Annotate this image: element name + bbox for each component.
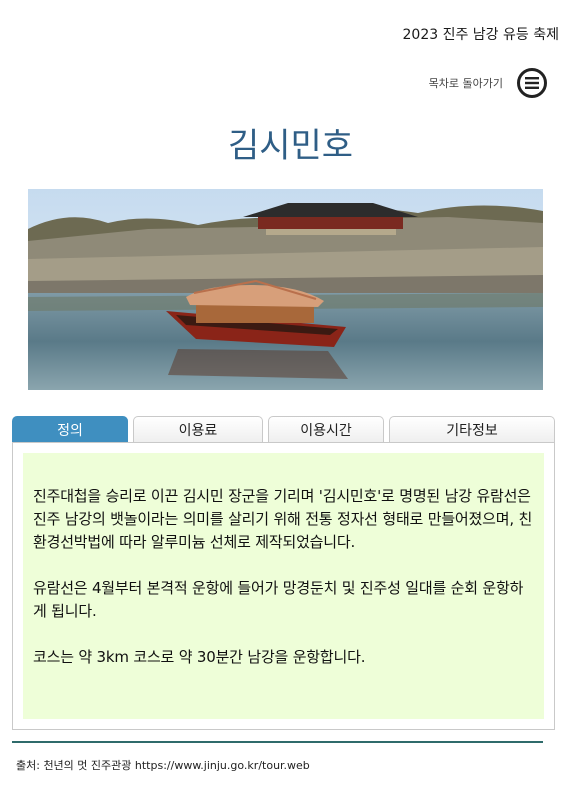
toc-label[interactable]: 목차로 돌아가기 — [429, 75, 503, 91]
content-paragraph: 진주대첩을 승리로 이끈 김시민 장군을 기리며 '김시민호'로 명명된 남강 … — [33, 487, 533, 551]
content-box: 진주대첩을 승리로 이끈 김시민 장군을 기리며 '김시민호'로 명명된 남강 … — [23, 453, 544, 719]
tab-panel: 진주대첩을 승리로 이끈 김시민 장군을 기리며 '김시민호'로 명명된 남강 … — [12, 442, 555, 730]
content-paragraph: 코스는 약 3km 코스로 약 30분간 남강을 운항합니다. — [33, 648, 366, 666]
content-paragraph: 유람선은 4월부터 본격적 운항에 들어가 망경둔치 및 진주성 일대를 순회 … — [33, 579, 524, 620]
tab-fee[interactable]: 이용료 — [133, 416, 263, 442]
page-title: 김시민호 — [227, 126, 354, 166]
tab-definition[interactable]: 정의 — [12, 416, 128, 442]
event-title: 2023 진주 남강 유등 축제 — [402, 27, 559, 43]
footer-divider — [12, 741, 543, 743]
source-credit: 출처: 천년의 멋 진주관광 https://www.jinju.go.kr/t… — [16, 759, 310, 772]
toc-link[interactable]: 목차로 돌아가기 — [429, 68, 547, 98]
tab-hours[interactable]: 이용시간 — [268, 416, 384, 442]
menu-circle-icon[interactable] — [517, 68, 547, 98]
hero-image — [28, 189, 543, 390]
tab-bar: 정의 이용료 이용시간 기타정보 — [12, 416, 555, 442]
tab-other-info[interactable]: 기타정보 — [389, 416, 555, 442]
